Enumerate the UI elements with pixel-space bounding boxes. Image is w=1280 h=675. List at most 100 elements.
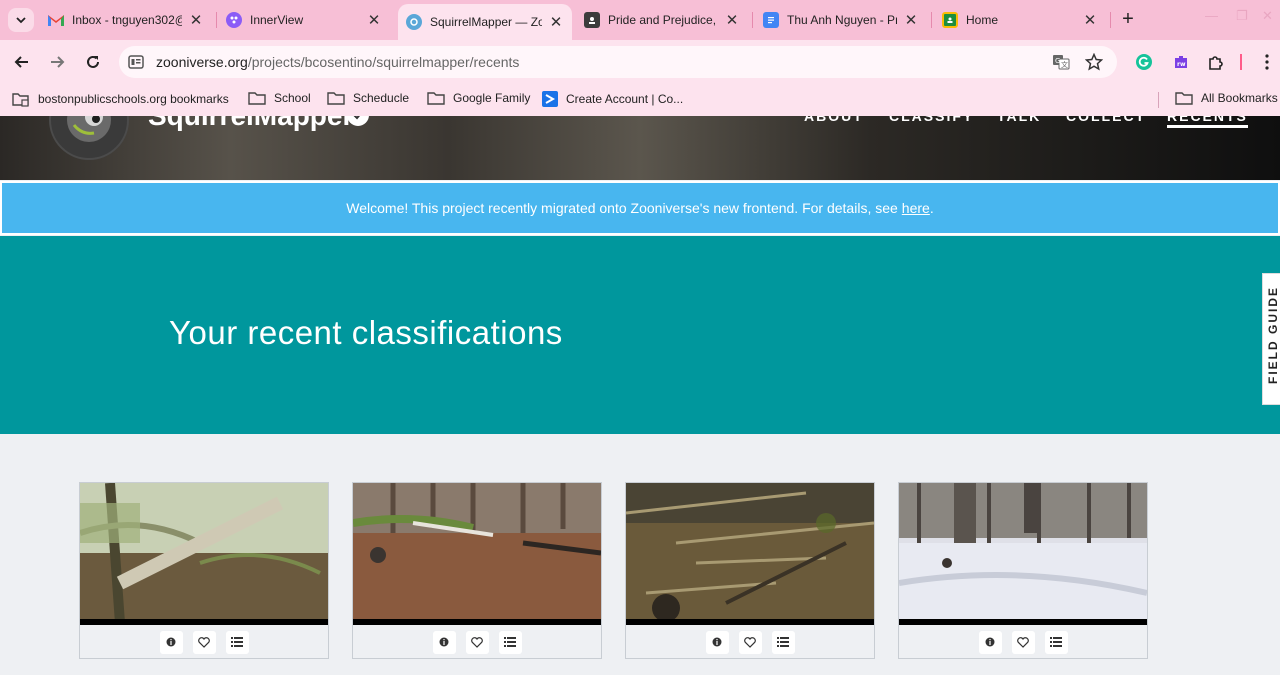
url-text: zooniverse.org/projects/bcosentino/squir… [156, 54, 519, 70]
tab-title: Thu Anh Nguyen - Pr [787, 13, 897, 27]
close-icon[interactable]: ✕ [1082, 11, 1098, 29]
close-window-icon[interactable]: ✕ [1262, 8, 1273, 24]
url-domain: zooniverse.org [156, 54, 248, 70]
tab-docs[interactable]: Thu Anh Nguyen - Pr ✕ [755, 6, 927, 34]
info-icon [439, 637, 449, 647]
back-button[interactable] [10, 50, 34, 74]
site-info-icon[interactable] [127, 53, 145, 71]
bookmark-label: Scheducle [353, 91, 410, 105]
nav-classify[interactable]: CLASSIFY [889, 116, 974, 124]
bookmarks-divider [1158, 92, 1159, 108]
bookmark-folder-scheducle[interactable]: Scheducle [327, 91, 409, 105]
classroom-home-icon [942, 12, 958, 28]
gmail-icon [48, 12, 64, 28]
nav-recents[interactable]: RECENTS [1167, 116, 1248, 128]
svg-text:G: G [1055, 57, 1060, 65]
close-icon[interactable]: ✕ [548, 13, 564, 31]
recents-hero: Your recent classifications [0, 236, 1280, 434]
heart-icon [1017, 636, 1029, 648]
subject-image[interactable] [899, 483, 1147, 625]
folder-icon [327, 92, 345, 105]
nav-collect[interactable]: COLLECT [1066, 116, 1146, 124]
favorite-button[interactable] [465, 630, 489, 654]
heart-icon [198, 636, 210, 648]
restore-icon[interactable]: ❐ [1236, 8, 1248, 24]
bookmark-label: Google Family [453, 91, 531, 105]
forward-button[interactable] [45, 50, 69, 74]
subject-image[interactable] [80, 483, 328, 625]
collect-button[interactable] [771, 630, 795, 654]
bookmark-folder-google-family[interactable]: Google Family [427, 91, 530, 105]
project-title[interactable]: SquirrelMapper [148, 116, 353, 132]
favorite-button[interactable] [738, 630, 762, 654]
field-guide-label: FIELD GUIDE [1266, 286, 1280, 385]
tab-innerview[interactable]: InnerView ✕ [218, 6, 390, 34]
close-icon[interactable]: ✕ [724, 11, 740, 29]
page-title: Your recent classifications [169, 314, 563, 351]
bookmark-create-account[interactable]: Create Account | Co... [542, 91, 683, 107]
star-icon[interactable] [1083, 51, 1105, 73]
info-icon [712, 637, 722, 647]
tab-search-button[interactable] [8, 8, 34, 32]
subject-image[interactable] [626, 483, 874, 625]
chevron-down-icon [16, 17, 26, 24]
nav-talk[interactable]: TALK [997, 116, 1041, 124]
folder-icon [1175, 92, 1193, 105]
tab-divider [1110, 12, 1111, 28]
url-path: /projects/bcosentino/squirrelmapper/rece… [247, 54, 520, 70]
innerview-icon [226, 12, 242, 28]
zooniverse-icon [406, 14, 422, 30]
extension-rw-icon[interactable]: rw [1170, 51, 1192, 73]
info-button[interactable] [705, 630, 729, 654]
favorite-button[interactable] [1011, 630, 1035, 654]
site-icon [542, 91, 558, 107]
tab-gmail[interactable]: Inbox - tnguyen302@ ✕ [40, 6, 212, 34]
reload-icon [87, 55, 99, 68]
svg-text:rw: rw [1177, 61, 1186, 68]
extensions-puzzle-icon[interactable] [1205, 51, 1227, 73]
close-icon[interactable]: ✕ [903, 11, 919, 29]
tab-home[interactable]: Home ✕ [934, 6, 1106, 34]
field-guide-tab[interactable]: FIELD GUIDE [1262, 273, 1280, 405]
collect-button[interactable] [1044, 630, 1068, 654]
subject-image[interactable] [353, 483, 601, 625]
heart-icon [471, 636, 483, 648]
collect-button[interactable] [225, 630, 249, 654]
info-button[interactable] [159, 630, 183, 654]
classification-card [79, 482, 329, 659]
folder-icon [248, 92, 266, 105]
bookmark-label: School [274, 91, 311, 105]
minimize-icon[interactable]: — [1205, 8, 1218, 23]
favorite-button[interactable] [192, 630, 216, 654]
banner-end: . [929, 200, 934, 216]
reload-button[interactable] [81, 50, 105, 74]
folder-icon [427, 92, 445, 105]
bookmarks-bar: bostonpublicschools.org bookmarks School… [0, 84, 1280, 116]
tab-squirrelmapper[interactable]: SquirrelMapper — Zo ✕ [398, 4, 572, 40]
tab-divider [752, 12, 753, 28]
close-icon[interactable]: ✕ [188, 11, 204, 29]
close-icon[interactable]: ✕ [366, 11, 382, 29]
all-bookmarks[interactable]: All Bookmarks [1175, 91, 1278, 105]
collect-button[interactable] [498, 630, 522, 654]
new-tab-button[interactable]: + [1117, 8, 1139, 31]
arrow-right-icon [51, 56, 65, 68]
tab-divider [216, 12, 217, 28]
grammarly-icon[interactable] [1133, 51, 1155, 73]
card-actions [80, 625, 328, 659]
info-button[interactable] [978, 630, 1002, 654]
menu-kebab-icon[interactable] [1256, 51, 1278, 73]
bookmark-folder-school[interactable]: School [248, 91, 311, 105]
project-avatar[interactable] [49, 116, 129, 160]
tab-pride-prejudice[interactable]: Pride and Prejudice, ✕ [576, 6, 748, 34]
card-actions [899, 625, 1147, 659]
translate-icon[interactable]: G文 [1050, 51, 1072, 73]
classification-card [352, 482, 602, 659]
migration-banner: Welcome! This project recently migrated … [0, 181, 1280, 235]
address-bar[interactable]: zooniverse.org/projects/bcosentino/squir… [119, 46, 1117, 78]
list-icon [504, 637, 516, 647]
info-button[interactable] [432, 630, 456, 654]
banner-link-here[interactable]: here [902, 200, 930, 216]
nav-about[interactable]: ABOUT [804, 116, 864, 124]
bookmark-managed[interactable]: bostonpublicschools.org bookmarks [12, 91, 229, 107]
